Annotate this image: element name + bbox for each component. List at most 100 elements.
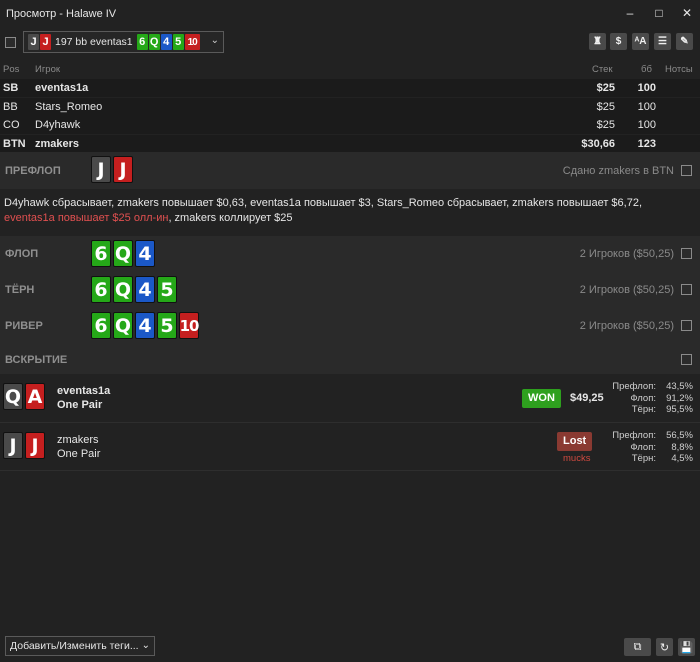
font-size-button[interactable]: ᴬA [632,33,649,50]
equity-value: 4,5% [671,453,693,464]
card-10-hearts: 10 [179,312,199,339]
list-icon: ☰ [658,36,667,47]
close-button[interactable]: ✕ [673,0,700,26]
maximize-icon: □ [655,6,663,20]
equity-value: 56,5% [666,430,693,441]
card-j-spades: J [3,432,23,459]
player-bb: 100 [637,100,656,113]
showdown-row-winner: QA eventas1a One Pair WON $49,25 Префлоп… [0,375,700,422]
winner-cards: QA [3,383,45,410]
refresh-icon: ↻ [659,641,670,654]
card-4-diamonds: 4 [160,34,172,50]
card-q-clubs: Q [148,34,160,50]
player-stack: $30,66 [581,137,615,150]
money-bag-icon: ♜ [593,36,602,47]
winner-name: eventas1a [57,385,111,397]
tags-label: Добавить/Изменить теги... [10,640,139,652]
turn-checkbox[interactable] [681,284,692,295]
card-6-clubs: 6 [91,240,111,267]
card-4-diamonds: 4 [135,312,155,339]
player-name: eventas1a [35,82,89,94]
col-notes: Нотсы [665,64,693,75]
actions-text: D4yhawk сбрасывает, zmakers повышает $0,… [4,197,642,209]
dollar-button[interactable]: $ [610,33,627,50]
player-pos: CO [3,119,20,131]
flop-label: ФЛОП [5,248,39,260]
card-q-clubs: Q [113,312,133,339]
showdown-label: ВСКРЫТИЕ [5,354,68,366]
chevron-down-icon: ⌄ [141,640,150,651]
window-title: Просмотр - Halawe IV [6,8,117,20]
tags-dropdown[interactable]: Добавить/Изменить теги... ⌄ [5,636,155,656]
player-bb: 100 [637,119,656,131]
save-button[interactable]: 💾 [678,638,695,656]
card-q-spades: Q [3,383,23,410]
selector-summary: 197 bb eventas1 [55,36,133,48]
card-6-clubs: 6 [136,34,148,50]
selector-board-cards: 6 Q 4 5 10 [136,34,201,50]
maximize-button[interactable]: □ [645,0,673,26]
col-bb: бб [641,64,652,75]
preflop-actions: D4yhawk сбрасывает, zmakers повышает $0,… [4,196,694,226]
equity-value: 8,8% [671,441,693,453]
preflop-checkbox[interactable] [681,165,692,176]
showdown-section: ВСКРЫТИЕ [0,344,700,374]
table-row[interactable]: CO D4yhawk $25 100 [0,116,700,134]
dealt-to-text: Сдано zmakers в BTN [562,165,674,177]
copy-button[interactable]: ⧉ [624,638,651,656]
card-a-hearts: A [25,383,45,410]
player-name: zmakers [35,137,80,150]
select-hand-checkbox[interactable] [5,37,16,48]
list-button[interactable]: ☰ [654,33,671,50]
river-cards: 6 Q 4 5 10 [91,312,199,339]
close-icon: ✕ [681,6,693,20]
copy-icon: ⧉ [633,640,642,653]
table-row[interactable]: BTN zmakers $30,66 123 [0,134,700,153]
loser-name: zmakers [57,434,99,446]
equity-value: 91,2% [666,392,693,404]
edit-button[interactable]: ✎ [676,33,693,50]
title-bar: Просмотр - Halawe IV [0,0,700,28]
flop-section: ФЛОП 6Q4 2 Игроков ($50,25) [0,236,700,272]
lost-badge: Lost [557,432,593,451]
card-4-diamonds: 4 [135,276,155,303]
card-10-hearts: 10 [184,34,200,50]
chevron-down-icon: ⌄ [210,35,219,46]
turn-cards: 6Q45 [91,276,177,303]
player-bb: 100 [637,82,656,94]
won-badge: WON [522,389,561,408]
player-bb: 123 [637,137,656,150]
showdown-checkbox[interactable] [681,354,692,365]
player-pos: BB [3,100,18,113]
turn-label: ТЁРН [5,284,35,296]
equity-value: 95,5% [666,404,693,415]
actions-tail: , zmakers коллирует $25 [168,212,293,224]
card-j-spades: J [28,34,39,50]
river-section: РИВЕР 6 Q 4 5 10 2 Игроков ($50,25) [0,308,700,344]
save-icon: 💾 [679,641,694,654]
table-row[interactable]: SB eventas1a $25 100 [0,79,700,97]
flop-checkbox[interactable] [681,248,692,259]
card-5-clubs: 5 [157,276,177,303]
river-checkbox[interactable] [681,320,692,331]
minimize-button[interactable]: – [616,0,644,26]
preflop-label: ПРЕФЛОП [5,165,61,177]
hand-selector-dropdown[interactable]: JJ 197 bb eventas1 6 Q 4 5 10 ⌄ [23,31,224,53]
turn-players-pot: 2 Игроков ($50,25) [579,284,674,296]
players-table-header: Pos Игрок Стек бб Нотсы [0,62,700,78]
player-stack: $25 [596,119,615,131]
equity-label: Префлоп: [612,430,656,441]
dollar-icon: $ [615,36,622,47]
equity-label: Тёрн: [631,404,656,415]
font-size-icon: ᴬA [634,36,647,47]
col-stack: Стек [592,64,613,75]
pencil-icon: ✎ [680,36,689,47]
minimize-icon: – [626,6,634,20]
table-row[interactable]: BB Stars_Romeo $25 100 [0,97,700,116]
money-bag-button[interactable]: ♜ [589,33,606,50]
winner-equity: Префлоп: 43,5% Флоп: 91,2% Тёрн: 95,5% [598,381,693,417]
card-j-hearts: J [40,34,51,50]
player-name: Stars_Romeo [35,100,103,113]
card-q-clubs: Q [113,240,133,267]
refresh-button[interactable]: ↻ [656,638,673,656]
